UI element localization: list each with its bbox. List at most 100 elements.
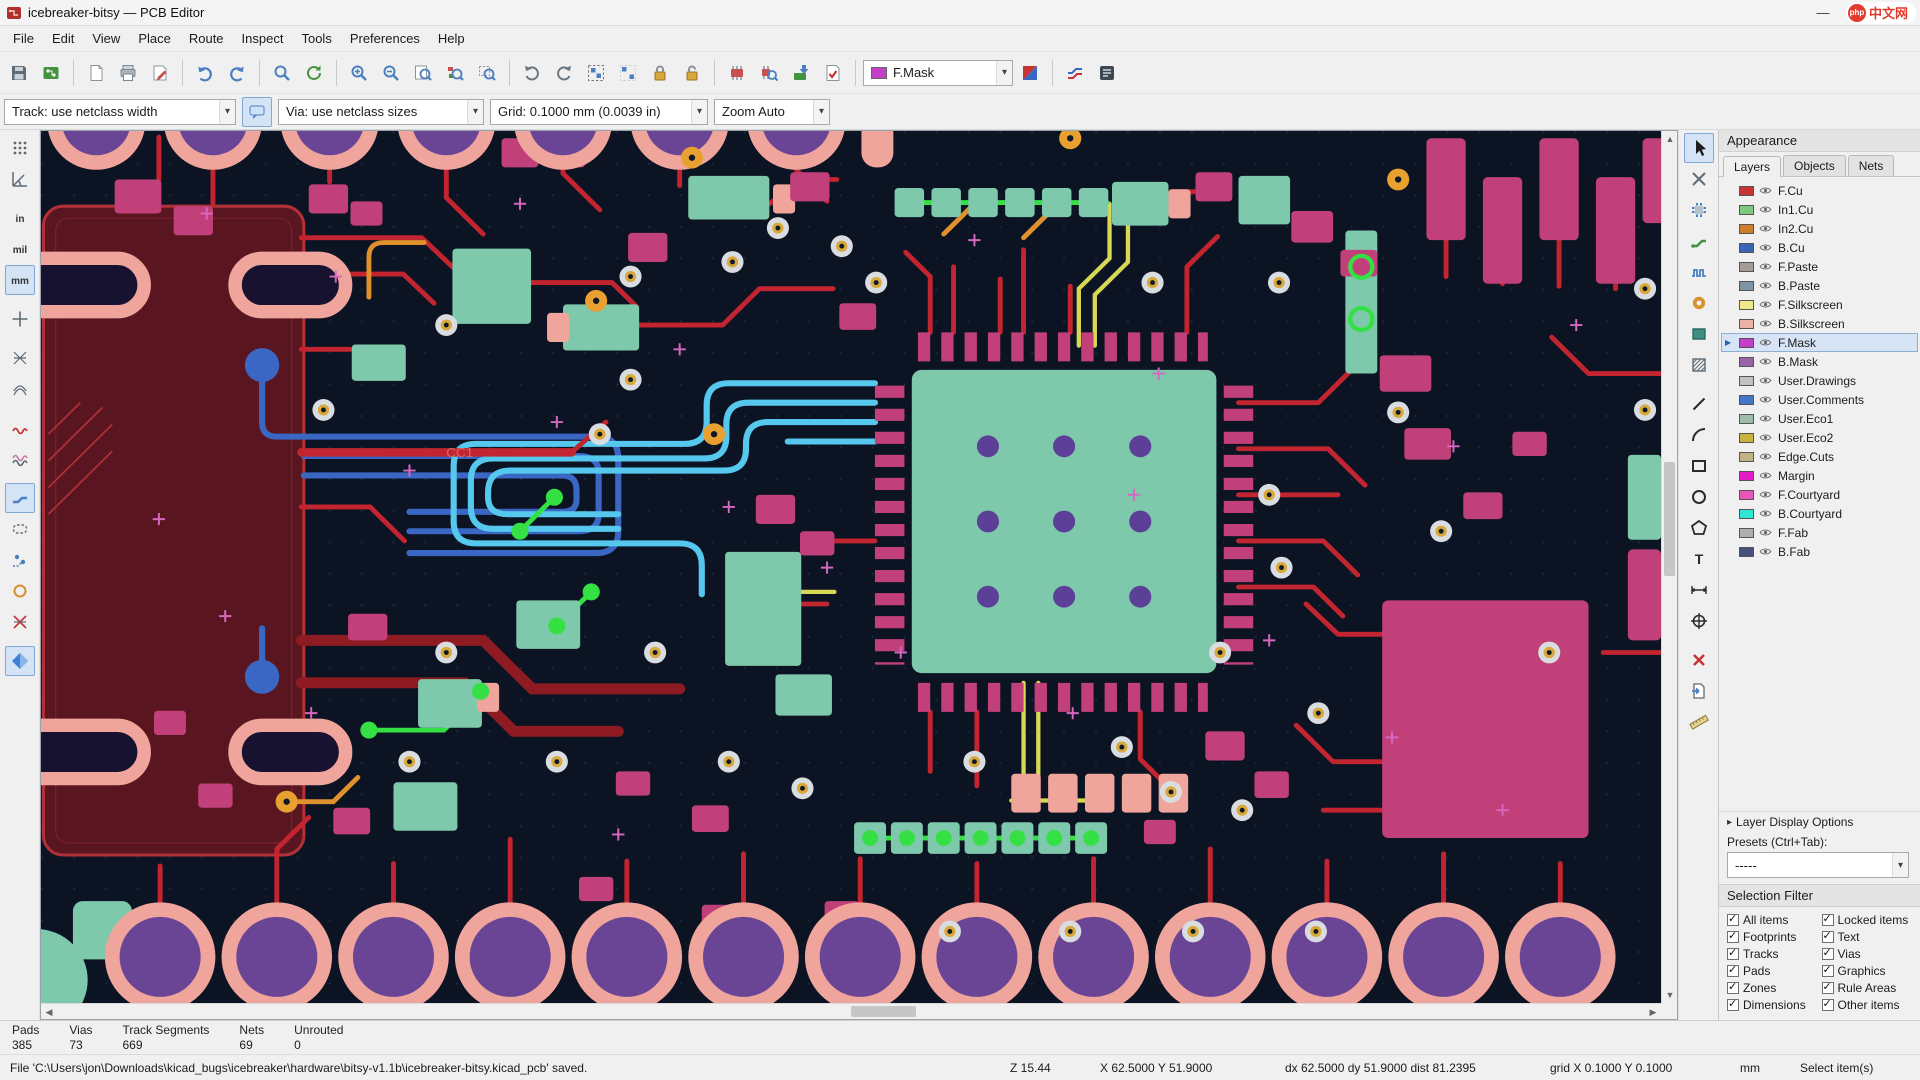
route-tracks-tool[interactable] bbox=[1684, 226, 1714, 256]
layer-visibility-eye-icon[interactable] bbox=[1759, 336, 1773, 350]
layer-visibility-eye-icon[interactable] bbox=[1759, 222, 1773, 236]
layer-row-f-paste[interactable]: F.Paste bbox=[1721, 257, 1918, 276]
rotate-ccw-button[interactable] bbox=[517, 58, 547, 88]
layer-color-swatch[interactable] bbox=[1739, 413, 1754, 424]
checkbox[interactable] bbox=[1821, 997, 1834, 1011]
layer-row-b-silkscreen[interactable]: B.Silkscreen bbox=[1721, 314, 1918, 333]
rotate-cw-button[interactable] bbox=[549, 58, 579, 88]
lock-button[interactable] bbox=[645, 58, 675, 88]
add-dimension-tool[interactable] bbox=[1684, 575, 1714, 605]
import-graphics-tool[interactable] bbox=[1684, 676, 1714, 706]
draw-rectangle-tool[interactable] bbox=[1684, 451, 1714, 481]
polar-coordinates-button[interactable] bbox=[5, 164, 35, 194]
units-inches-button[interactable]: in bbox=[5, 203, 35, 233]
menu-item-route[interactable]: Route bbox=[180, 26, 233, 51]
layer-row-in2-cu[interactable]: In2.Cu bbox=[1721, 219, 1918, 238]
layer-color-swatch[interactable] bbox=[1739, 432, 1754, 443]
checkbox[interactable] bbox=[1821, 980, 1834, 994]
scroll-right-arrow[interactable]: ▶ bbox=[1645, 1004, 1661, 1020]
add-rule-area-tool[interactable] bbox=[1684, 350, 1714, 380]
layer-row-f-silkscreen[interactable]: F.Silkscreen bbox=[1721, 295, 1918, 314]
cursor-shape-button[interactable] bbox=[5, 304, 35, 334]
layer-color-swatch[interactable] bbox=[1739, 337, 1754, 348]
filter-pads[interactable]: Pads bbox=[1727, 963, 1822, 978]
layer-color-swatch[interactable] bbox=[1739, 223, 1754, 234]
tab-layers[interactable]: Layers bbox=[1723, 156, 1782, 177]
layer-visibility-eye-icon[interactable] bbox=[1759, 260, 1773, 274]
layer-visibility-eye-icon[interactable] bbox=[1759, 355, 1773, 369]
draw-circle-tool[interactable] bbox=[1684, 482, 1714, 512]
zone-display-mode-button[interactable] bbox=[5, 576, 35, 606]
layer-row-user-comments[interactable]: User.Comments bbox=[1721, 390, 1918, 409]
zone-outline-mode-button[interactable] bbox=[5, 607, 35, 637]
filter-dimensions[interactable]: Dimensions bbox=[1727, 997, 1822, 1012]
router-settings-button[interactable] bbox=[1092, 58, 1122, 88]
filter-graphics[interactable]: Graphics bbox=[1821, 963, 1917, 978]
draw-polygon-tool[interactable] bbox=[1684, 513, 1714, 543]
track-display-mode-button[interactable] bbox=[4, 483, 35, 513]
appearance-manager-button[interactable] bbox=[4, 646, 35, 676]
layer-visibility-eye-icon[interactable] bbox=[1759, 298, 1773, 312]
units-mils-button[interactable]: mil bbox=[5, 234, 35, 264]
layer-row-b-paste[interactable]: B.Paste bbox=[1721, 276, 1918, 295]
layer-color-swatch[interactable] bbox=[1739, 527, 1754, 538]
draw-line-tool[interactable] bbox=[1684, 389, 1714, 419]
layer-row-b-fab[interactable]: B.Fab bbox=[1721, 542, 1918, 561]
filter-other-items[interactable]: Other items bbox=[1821, 997, 1917, 1012]
vscroll-thumb[interactable] bbox=[1664, 462, 1675, 576]
layer-visibility-eye-icon[interactable] bbox=[1759, 450, 1773, 464]
filter-locked-items[interactable]: Locked items bbox=[1821, 912, 1917, 927]
filter-all-items[interactable]: All items bbox=[1727, 912, 1822, 927]
pad-display-mode-button[interactable] bbox=[5, 514, 35, 544]
layer-row-user-eco1[interactable]: User.Eco1 bbox=[1721, 409, 1918, 428]
set-origin-tool[interactable] bbox=[1684, 606, 1714, 636]
minimize-button[interactable]: — bbox=[1806, 2, 1840, 24]
net-color-mode-button[interactable] bbox=[5, 444, 35, 474]
tab-objects[interactable]: Objects bbox=[1783, 155, 1846, 176]
layer-visibility-eye-icon[interactable] bbox=[1759, 241, 1773, 255]
zoom-fit-page-button[interactable] bbox=[408, 58, 438, 88]
checkbox[interactable] bbox=[1727, 980, 1739, 994]
layer-color-swatch[interactable] bbox=[1739, 280, 1754, 291]
menu-item-help[interactable]: Help bbox=[429, 26, 474, 51]
layer-color-swatch[interactable] bbox=[1739, 318, 1754, 329]
zoom-selection-button[interactable] bbox=[472, 58, 502, 88]
layer-row-f-mask[interactable]: ▶ F.Mask bbox=[1721, 333, 1918, 352]
checkbox[interactable] bbox=[1727, 997, 1739, 1011]
layer-color-swatch[interactable] bbox=[1739, 508, 1754, 519]
layer-color-swatch[interactable] bbox=[1739, 185, 1754, 196]
layer-color-swatch[interactable] bbox=[1739, 261, 1754, 272]
layer-row-b-cu[interactable]: B.Cu bbox=[1721, 238, 1918, 257]
layer-visibility-eye-icon[interactable] bbox=[1759, 184, 1773, 198]
canvas-horizontal-scrollbar[interactable]: ◀ ▶ bbox=[41, 1003, 1661, 1019]
layer-visibility-eye-icon[interactable] bbox=[1759, 412, 1773, 426]
checkbox[interactable] bbox=[1821, 929, 1834, 943]
unlock-button[interactable] bbox=[677, 58, 707, 88]
layer-pair-indicator[interactable] bbox=[1015, 58, 1045, 88]
layer-color-swatch[interactable] bbox=[1739, 470, 1754, 481]
layer-visibility-eye-icon[interactable] bbox=[1759, 317, 1773, 331]
undo-button[interactable] bbox=[190, 58, 220, 88]
layer-visibility-eye-icon[interactable] bbox=[1759, 526, 1773, 540]
layer-color-swatch[interactable] bbox=[1739, 451, 1754, 462]
select-tool[interactable] bbox=[1683, 133, 1714, 163]
layer-row-user-eco2[interactable]: User.Eco2 bbox=[1721, 428, 1918, 447]
ratsnest-visibility-button[interactable] bbox=[5, 343, 35, 373]
menu-item-view[interactable]: View bbox=[83, 26, 129, 51]
layer-color-swatch[interactable] bbox=[1739, 242, 1754, 253]
layer-visibility-eye-icon[interactable] bbox=[1759, 431, 1773, 445]
zoom-fit-objects-button[interactable] bbox=[440, 58, 470, 88]
group-items-button[interactable] bbox=[581, 58, 611, 88]
filter-text[interactable]: Text bbox=[1821, 929, 1917, 944]
checkbox[interactable] bbox=[1727, 929, 1739, 943]
filter-rule-areas[interactable]: Rule Areas bbox=[1821, 980, 1917, 995]
zoom-out-button[interactable] bbox=[376, 58, 406, 88]
filter-vias[interactable]: Vias bbox=[1821, 946, 1917, 961]
draw-arc-tool[interactable] bbox=[1684, 420, 1714, 450]
page-settings-button[interactable] bbox=[81, 58, 111, 88]
grid-combo[interactable]: Grid: 0.1000 mm (0.0039 in) ▾ bbox=[490, 98, 708, 125]
scroll-up-arrow[interactable]: ▲ bbox=[1662, 131, 1678, 147]
layer-visibility-eye-icon[interactable] bbox=[1759, 203, 1773, 217]
layer-color-swatch[interactable] bbox=[1739, 375, 1754, 386]
filter-zones[interactable]: Zones bbox=[1727, 980, 1822, 995]
